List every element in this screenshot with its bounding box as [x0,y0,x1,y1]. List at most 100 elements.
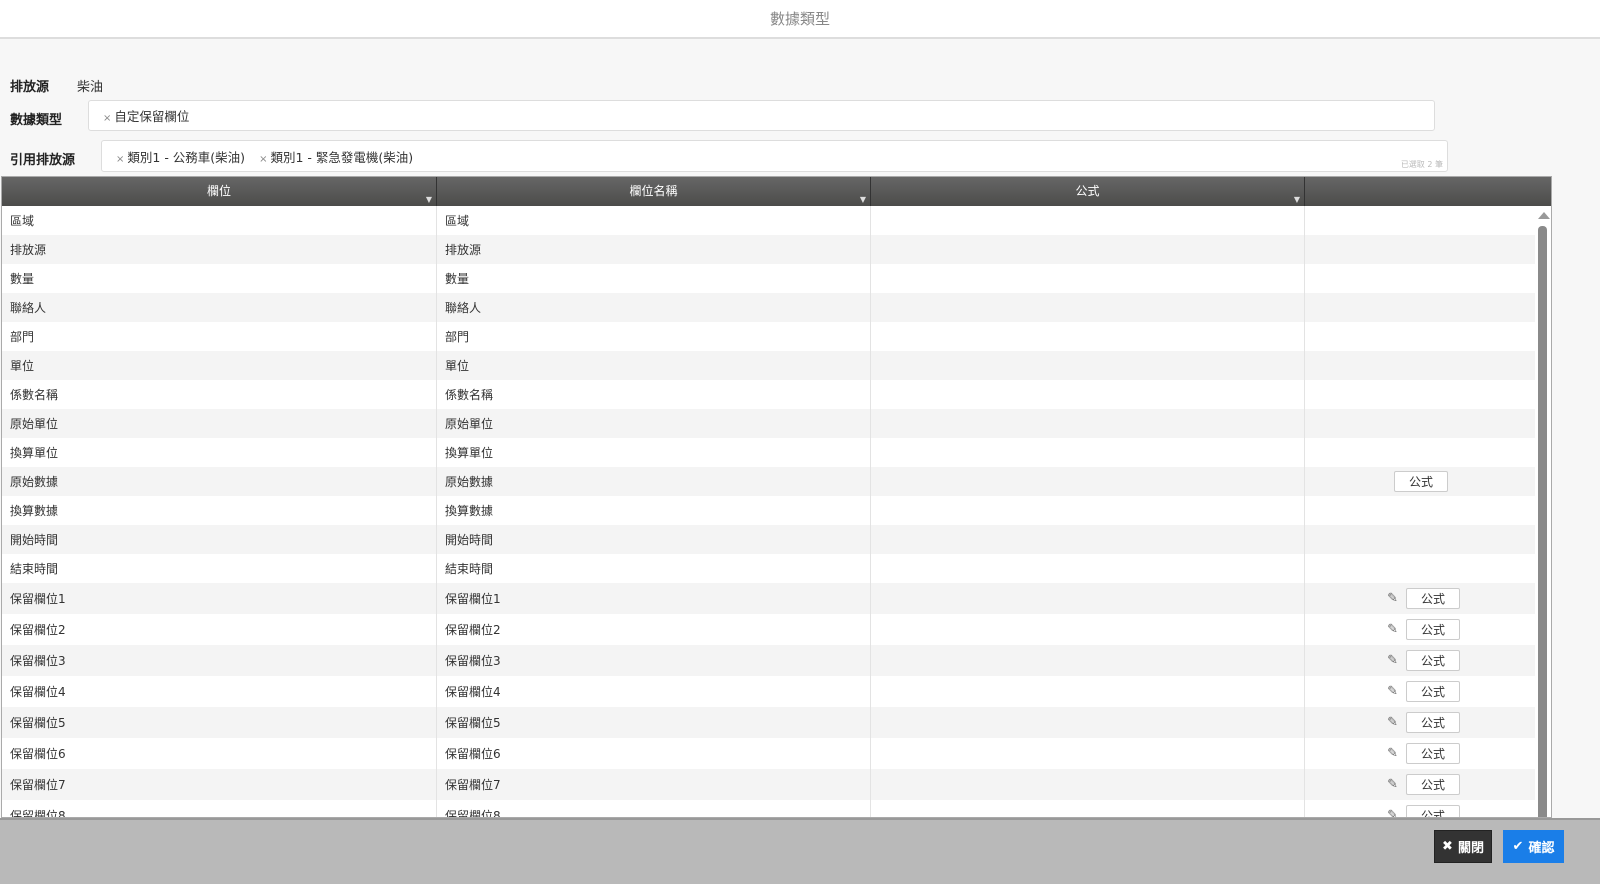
table-row[interactable]: 原始數據 原始數據 公式 [2,467,1537,496]
type-select[interactable]: × 自定保留欄位 [88,100,1435,131]
scrollbar[interactable] [1535,206,1551,817]
table-row[interactable]: 開始時間 開始時間 [2,525,1537,554]
filter-icon[interactable]: ▼ [1294,194,1300,206]
table-row[interactable]: 聯絡人 聯絡人 [2,293,1537,322]
cell-actions: ✎ 公式 [1305,676,1537,707]
ref-tag[interactable]: × 類別1 - 公務車(柴油) [116,147,245,166]
cell-formula [871,264,1305,293]
cell-name: 保留欄位8 [437,800,871,817]
cell-field: 聯絡人 [2,293,437,322]
table-row[interactable]: 保留欄位8 保留欄位8 ✎ 公式 [2,800,1537,817]
cell-field: 保留欄位8 [2,800,437,817]
cell-actions [1305,322,1537,351]
cell-field: 保留欄位2 [2,614,437,645]
cell-formula [871,351,1305,380]
cell-field: 保留欄位1 [2,583,437,614]
table-row[interactable]: 保留欄位2 保留欄位2 ✎ 公式 [2,614,1537,645]
table-row[interactable]: 結束時間 結束時間 [2,554,1537,583]
cell-name: 保留欄位3 [437,645,871,676]
cell-name: 保留欄位5 [437,707,871,738]
remove-tag-icon[interactable]: × [103,113,111,124]
formula-button[interactable]: 公式 [1406,650,1460,671]
table-row[interactable]: 排放源 排放源 [2,235,1537,264]
table-row[interactable]: 保留欄位3 保留欄位3 ✎ 公式 [2,645,1537,676]
cell-formula [871,676,1305,707]
table-row[interactable]: 保留欄位1 保留欄位1 ✎ 公式 [2,583,1537,614]
table-row[interactable]: 區域 區域 [2,206,1537,235]
header-name[interactable]: 欄位名稱 ▼ [437,177,871,206]
remove-tag-icon[interactable]: × [259,154,267,165]
scroll-up-icon[interactable] [1538,212,1550,219]
cell-name: 區域 [437,206,871,235]
edit-pencil-icon[interactable]: ✎ [1387,591,1398,606]
header-field[interactable]: 欄位 ▼ [2,177,437,206]
cell-formula [871,380,1305,409]
type-label: 數據類型 [10,113,63,128]
edit-pencil-icon[interactable]: ✎ [1387,684,1398,699]
cell-name: 部門 [437,322,871,351]
cell-actions [1305,206,1537,235]
formula-button[interactable]: 公式 [1406,712,1460,733]
formula-button[interactable]: 公式 [1406,805,1460,817]
edit-pencil-icon[interactable]: ✎ [1387,808,1398,817]
cell-formula [871,467,1305,496]
cell-formula [871,293,1305,322]
cell-formula [871,738,1305,769]
close-icon: ✖ [1442,839,1453,854]
cell-actions [1305,525,1537,554]
cell-formula [871,707,1305,738]
table-row[interactable]: 部門 部門 [2,322,1537,351]
confirm-button[interactable]: ✔ 確認 [1503,830,1564,863]
remove-tag-icon[interactable]: × [116,154,124,165]
formula-button[interactable]: 公式 [1406,681,1460,702]
formula-button[interactable]: 公式 [1406,588,1460,609]
table-row[interactable]: 保留欄位7 保留欄位7 ✎ 公式 [2,769,1537,800]
cell-field: 保留欄位4 [2,676,437,707]
formula-button[interactable]: 公式 [1406,743,1460,764]
type-tag[interactable]: × 自定保留欄位 [103,106,189,125]
cell-field: 開始時間 [2,525,437,554]
cell-formula [871,235,1305,264]
dialog-footer: ✖ 關閉 ✔ 確認 [0,818,1600,884]
cell-actions: ✎ 公式 [1305,583,1537,614]
cell-actions: ✎ 公式 [1305,614,1537,645]
table-row[interactable]: 保留欄位4 保留欄位4 ✎ 公式 [2,676,1537,707]
edit-pencil-icon[interactable]: ✎ [1387,622,1398,637]
ref-tag[interactable]: × 類別1 - 緊急發電機(柴油) [259,147,413,166]
cell-name: 數量 [437,264,871,293]
cell-field: 保留欄位6 [2,738,437,769]
header-formula[interactable]: 公式 ▼ [871,177,1305,206]
cell-formula [871,645,1305,676]
edit-pencil-icon[interactable]: ✎ [1387,746,1398,761]
table-row[interactable]: 係數名稱 係數名稱 [2,380,1537,409]
edit-pencil-icon[interactable]: ✎ [1387,715,1398,730]
table-row[interactable]: 單位 單位 [2,351,1537,380]
scroll-thumb[interactable] [1538,226,1547,817]
table-row[interactable]: 換算數據 換算數據 [2,496,1537,525]
table-row[interactable]: 原始單位 原始單位 [2,409,1537,438]
edit-pencil-icon[interactable]: ✎ [1387,777,1398,792]
cell-field: 區域 [2,206,437,235]
filter-icon[interactable]: ▼ [860,194,866,206]
table-row[interactable]: 保留欄位5 保留欄位5 ✎ 公式 [2,707,1537,738]
table-row[interactable]: 換算單位 換算單位 [2,438,1537,467]
formula-button[interactable]: 公式 [1406,774,1460,795]
ref-select[interactable]: × 類別1 - 公務車(柴油) × 類別1 - 緊急發電機(柴油) 已選取 2 筆 [101,140,1448,172]
cell-formula [871,525,1305,554]
table-row[interactable]: 數量 數量 [2,264,1537,293]
close-button[interactable]: ✖ 關閉 [1434,830,1492,863]
cell-field: 保留欄位7 [2,769,437,800]
ref-label: 引用排放源 [10,153,76,168]
cell-name: 原始單位 [437,409,871,438]
cell-actions: ✎ 公式 [1305,738,1537,769]
formula-button[interactable]: 公式 [1394,471,1448,492]
cell-actions [1305,293,1537,322]
cell-formula [871,769,1305,800]
cell-name: 單位 [437,351,871,380]
formula-button[interactable]: 公式 [1406,619,1460,640]
table-row[interactable]: 保留欄位6 保留欄位6 ✎ 公式 [2,738,1537,769]
cell-name: 保留欄位2 [437,614,871,645]
edit-pencil-icon[interactable]: ✎ [1387,653,1398,668]
cell-actions [1305,409,1537,438]
filter-icon[interactable]: ▼ [426,194,432,206]
